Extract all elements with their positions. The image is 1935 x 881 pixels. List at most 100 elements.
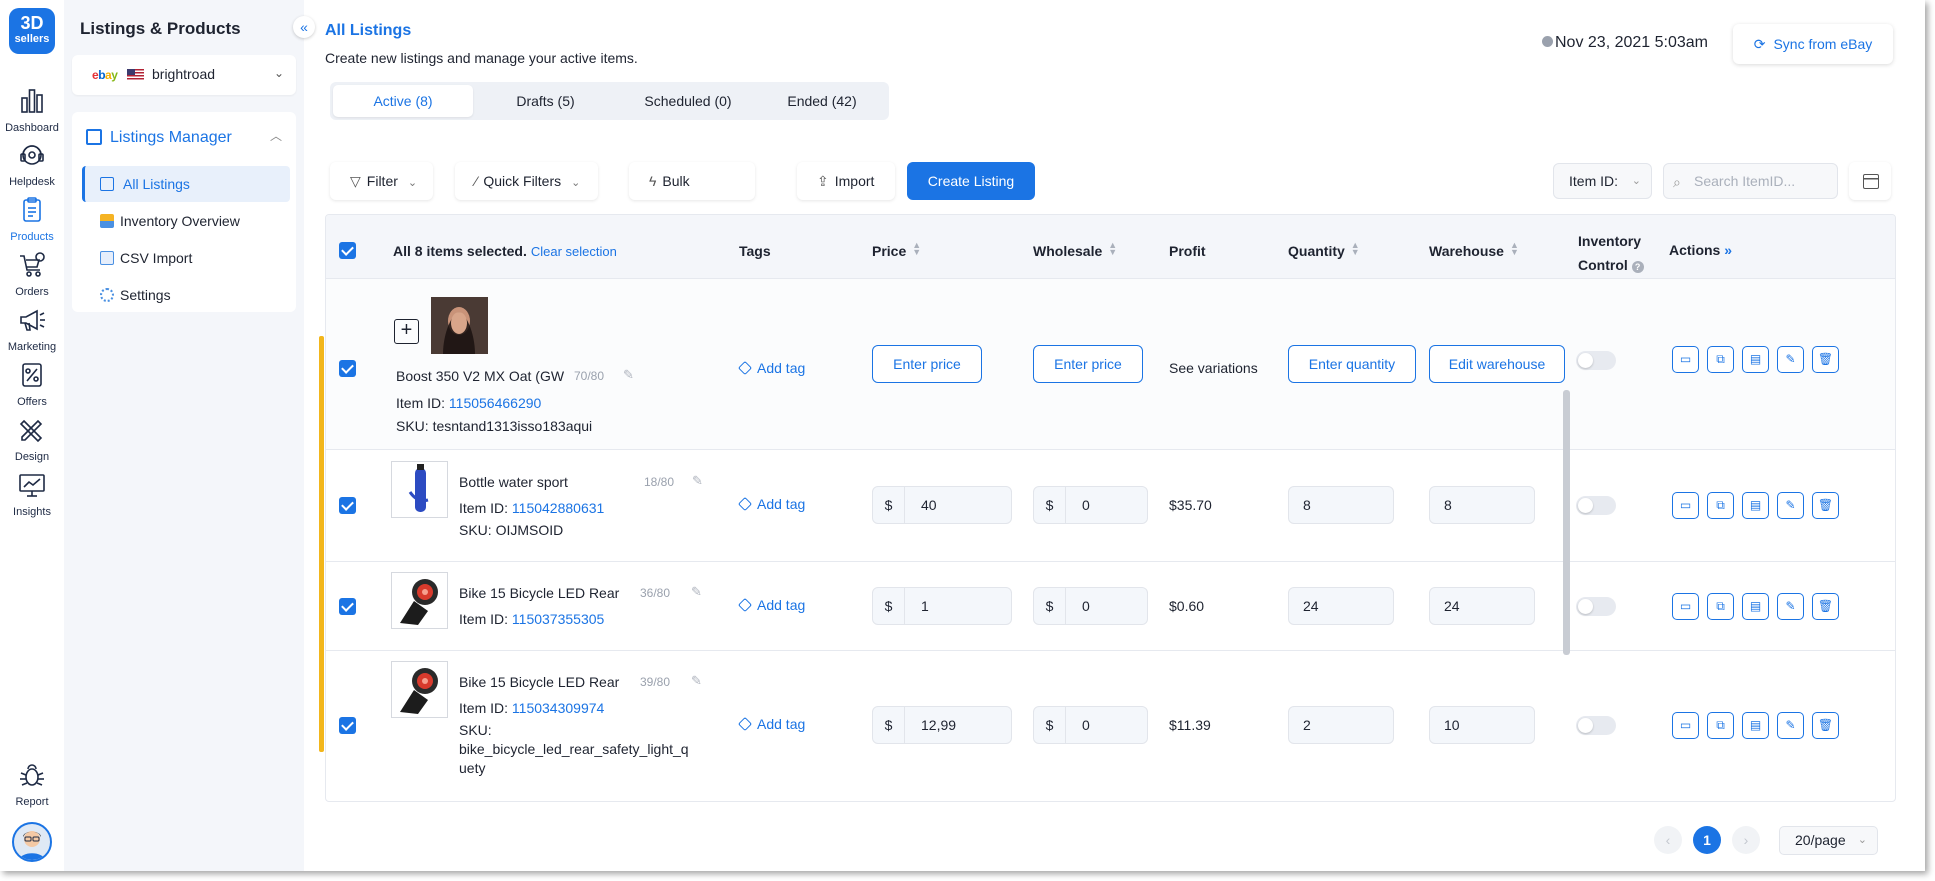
- collapse-sidebar-button[interactable]: «: [293, 16, 315, 38]
- product-image[interactable]: [391, 461, 448, 518]
- document-icon[interactable]: ▤: [1742, 593, 1769, 620]
- quantity-input[interactable]: 8: [1288, 486, 1394, 524]
- duplicate-icon[interactable]: ⧉: [1707, 346, 1734, 373]
- wholesale-input[interactable]: $0: [1033, 486, 1148, 524]
- edit-icon[interactable]: ✎: [1777, 346, 1804, 373]
- clear-selection-link[interactable]: Clear selection: [531, 244, 617, 259]
- sidebar-item-all-listings[interactable]: All Listings: [82, 166, 290, 202]
- wholesale-input[interactable]: $0: [1033, 587, 1148, 625]
- row-checkbox[interactable]: [339, 497, 356, 514]
- nav-products[interactable]: Products: [0, 193, 64, 243]
- wholesale-input[interactable]: $0: [1033, 706, 1148, 744]
- duplicate-icon[interactable]: ⧉: [1707, 712, 1734, 739]
- col-warehouse[interactable]: Warehouse ▲ ▼: [1429, 241, 1519, 260]
- edit-pencil-icon[interactable]: ✎: [691, 584, 702, 600]
- edit-icon[interactable]: ✎: [1777, 593, 1804, 620]
- select-all-checkbox[interactable]: [339, 242, 356, 259]
- view-listing-icon[interactable]: ▭: [1672, 492, 1699, 519]
- delete-icon[interactable]: 🗑: [1812, 492, 1839, 519]
- quantity-input[interactable]: 2: [1288, 706, 1394, 744]
- user-avatar[interactable]: [12, 822, 52, 862]
- next-page-button[interactable]: ›: [1732, 826, 1760, 854]
- chevron-up-icon[interactable]: ︿: [270, 127, 282, 144]
- search-field-select[interactable]: Item ID: ⌄: [1553, 163, 1652, 199]
- duplicate-icon[interactable]: ⧉: [1707, 492, 1734, 519]
- delete-icon[interactable]: 🗑: [1812, 593, 1839, 620]
- product-image[interactable]: [391, 572, 448, 629]
- import-button[interactable]: ⇪ Import: [797, 162, 895, 200]
- edit-icon[interactable]: ✎: [1777, 712, 1804, 739]
- inventory-control-toggle[interactable]: [1576, 496, 1616, 515]
- item-id-link[interactable]: 115056466290: [449, 395, 541, 411]
- nav-design[interactable]: Design: [0, 413, 64, 463]
- listings-manager-header[interactable]: Listings Manager: [86, 129, 232, 147]
- document-icon[interactable]: ▤: [1742, 492, 1769, 519]
- see-variations-link[interactable]: See variations: [1169, 360, 1258, 376]
- enter-wholesale-button[interactable]: Enter price: [1033, 345, 1143, 383]
- add-tag-button[interactable]: Add tag: [737, 496, 805, 512]
- price-input[interactable]: $40: [872, 486, 1012, 524]
- product-image[interactable]: [391, 661, 448, 718]
- nav-report[interactable]: Report: [0, 758, 64, 808]
- price-input[interactable]: $12,99: [872, 706, 1012, 744]
- nav-orders[interactable]: Orders: [0, 248, 64, 298]
- price-input[interactable]: $1: [872, 587, 1012, 625]
- sync-from-ebay-button[interactable]: ⟳ Sync from eBay: [1733, 24, 1893, 64]
- edit-pencil-icon[interactable]: ✎: [691, 673, 702, 689]
- add-tag-button[interactable]: Add tag: [737, 360, 805, 376]
- edit-pencil-icon[interactable]: ✎: [623, 367, 634, 383]
- add-tag-button[interactable]: Add tag: [737, 716, 805, 732]
- add-tag-button[interactable]: Add tag: [737, 597, 805, 613]
- quick-filters-button[interactable]: ⁄ Quick Filters ⌄: [455, 162, 598, 200]
- tab-scheduled[interactable]: Scheduled (0): [618, 85, 758, 117]
- col-price[interactable]: Price ▲ ▼: [872, 241, 921, 260]
- page-size-select[interactable]: 20/page ⌄: [1779, 826, 1878, 855]
- warehouse-input[interactable]: 8: [1429, 486, 1535, 524]
- app-logo[interactable]: 3D sellers: [9, 8, 55, 54]
- delete-icon[interactable]: 🗑: [1812, 346, 1839, 373]
- filter-button[interactable]: ▽ Filter ⌄: [330, 162, 433, 200]
- edit-pencil-icon[interactable]: ✎: [692, 473, 703, 489]
- tab-ended[interactable]: Ended (42): [758, 85, 886, 117]
- row-checkbox[interactable]: [339, 717, 356, 734]
- item-id-link[interactable]: 115037355305: [512, 611, 604, 627]
- nav-marketing[interactable]: Marketing: [0, 303, 64, 353]
- view-listing-icon[interactable]: ▭: [1672, 712, 1699, 739]
- edit-icon[interactable]: ✎: [1777, 492, 1804, 519]
- document-icon[interactable]: ▤: [1742, 346, 1769, 373]
- view-listing-icon[interactable]: ▭: [1672, 346, 1699, 373]
- column-settings-button[interactable]: [1849, 162, 1891, 200]
- enter-quantity-button[interactable]: Enter quantity: [1288, 345, 1416, 383]
- sidebar-item-csv-import[interactable]: CSV Import: [82, 240, 290, 276]
- sidebar-item-inventory-overview[interactable]: Inventory Overview: [82, 203, 290, 239]
- prev-page-button[interactable]: ‹: [1654, 826, 1682, 854]
- view-listing-icon[interactable]: ▭: [1672, 593, 1699, 620]
- delete-icon[interactable]: 🗑: [1812, 712, 1839, 739]
- document-icon[interactable]: ▤: [1742, 712, 1769, 739]
- col-wholesale[interactable]: Wholesale ▲ ▼: [1033, 241, 1117, 260]
- col-quantity[interactable]: Quantity ▲ ▼: [1288, 241, 1360, 260]
- warehouse-input[interactable]: 24: [1429, 587, 1535, 625]
- row-checkbox[interactable]: [339, 360, 356, 377]
- row-checkbox[interactable]: [339, 598, 356, 615]
- bulk-actions-button[interactable]: ϟBulk Actions⌄: [629, 162, 755, 227]
- sidebar-item-settings[interactable]: Settings: [82, 277, 290, 313]
- item-id-link[interactable]: 115034309974: [512, 700, 604, 716]
- tab-active[interactable]: Active (8): [333, 85, 473, 117]
- edit-warehouse-button[interactable]: Edit warehouse: [1429, 345, 1565, 383]
- quantity-input[interactable]: 24: [1288, 587, 1394, 625]
- enter-price-button[interactable]: Enter price: [872, 345, 982, 383]
- inventory-control-toggle[interactable]: [1576, 351, 1616, 370]
- duplicate-icon[interactable]: ⧉: [1707, 593, 1734, 620]
- item-id-link[interactable]: 115042880631: [512, 500, 604, 516]
- expand-variations-button[interactable]: +: [394, 319, 419, 344]
- nav-insights[interactable]: Insights: [0, 468, 64, 518]
- nav-offers[interactable]: Offers: [0, 358, 64, 408]
- product-image[interactable]: [431, 297, 488, 354]
- warehouse-input[interactable]: 10: [1429, 706, 1535, 744]
- nav-helpdesk[interactable]: Helpdesk: [0, 138, 64, 188]
- double-chevron-right-icon[interactable]: »: [1724, 242, 1732, 258]
- page-number-current[interactable]: 1: [1693, 826, 1721, 854]
- inventory-control-toggle[interactable]: [1576, 716, 1616, 735]
- tab-drafts[interactable]: Drafts (5): [473, 85, 618, 117]
